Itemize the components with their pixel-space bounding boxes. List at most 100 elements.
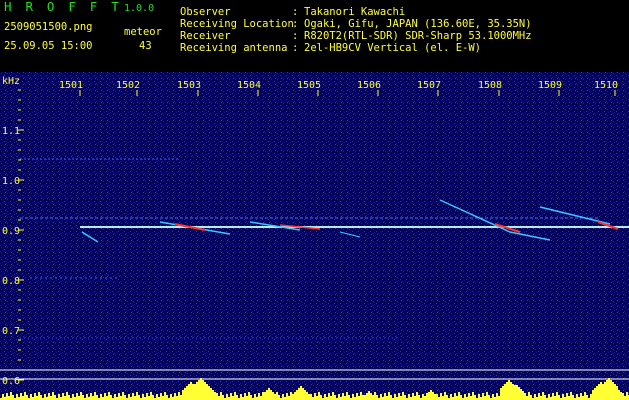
meta-label-observer: Observer [180,6,231,18]
histogram-bar [316,396,318,400]
histogram-bar [306,392,308,400]
histogram-bar [492,394,494,400]
histogram-bar [606,380,608,400]
histogram-bar [162,396,164,400]
histogram-bar [394,394,396,400]
histogram-bar [432,392,434,400]
histogram-bar [44,394,46,400]
histogram-bar [582,396,584,400]
histogram-bar [110,395,112,400]
histogram-bar [40,395,42,400]
histogram-bar [498,396,500,400]
histogram-bar [440,393,442,400]
histogram-bar [520,389,522,400]
histogram-bar [408,394,410,400]
x-tick-label: 1504 [237,80,261,91]
histogram-bar [540,396,542,400]
histogram-bar [572,395,574,400]
histogram-bar [330,396,332,400]
histogram-bar [426,393,428,400]
histogram-bar [62,393,64,400]
histogram-bar [508,380,510,400]
histogram-bar [82,395,84,400]
histogram-bar [444,392,446,400]
histogram-bar [374,392,376,400]
y-tick-label: 1.1 [2,126,20,137]
histogram-bar [260,396,262,400]
histogram-bar [208,386,210,400]
histogram-bar [178,392,180,400]
histogram-bar [528,392,530,400]
histogram-bar [220,392,222,400]
histogram-bar [334,395,336,400]
histogram-bar [58,394,60,400]
histogram-bar [454,393,456,400]
meta-colon: : [292,42,299,54]
histogram-bar [94,392,96,400]
histogram-bar [38,392,40,400]
histogram-bar [86,394,88,400]
histogram-bar [10,392,12,400]
histogram-bar [134,396,136,400]
histogram-bar [136,392,138,400]
histogram-bar [484,396,486,400]
x-tick-label: 1506 [357,80,381,91]
histogram-bar [254,394,256,400]
histogram-bar [596,386,598,400]
histogram-bar [236,395,238,400]
histogram-bar [6,393,8,400]
meta-colon: : [292,18,299,30]
histogram-bar [188,384,190,400]
histogram-bar [150,392,152,400]
histogram-bar [310,394,312,400]
histogram-bar [456,396,458,400]
image-datetime: 25.09.05 15:00 [4,40,93,52]
meteor-label: meteor [124,26,162,38]
histogram-bar [190,382,192,400]
histogram-bar [380,394,382,400]
histogram-bar [338,394,340,400]
histogram-bar [268,388,270,400]
histogram-bar [304,390,306,400]
histogram-bar [428,392,430,400]
histogram-bar [308,394,310,400]
histogram-bar [276,392,278,400]
histogram-bar [468,393,470,400]
histogram-bar [248,392,250,400]
histogram-bar [558,395,560,400]
histogram-bar [386,396,388,400]
histogram-bar [76,393,78,400]
histogram-bar [244,393,246,400]
meta-label-location: Receiving Location [180,18,294,30]
histogram-bar [192,384,194,400]
histogram-bar [464,394,466,400]
histogram-bar [586,395,588,400]
histogram-bar [552,393,554,400]
x-tick-label: 1503 [177,80,201,91]
histogram-bar [324,394,326,400]
histogram-bar [356,393,358,400]
histogram-bar [622,393,624,400]
x-tick-label: 1505 [297,80,321,91]
histogram-bar [534,394,536,400]
histogram-bar [506,382,508,400]
histogram-bar [442,396,444,400]
meta-value-receiver: R820T2(RTL-SDR) SDR-Sharp 53.1000MHz [304,30,532,42]
histogram-bar [262,392,264,400]
histogram-bar [198,380,200,400]
histogram-bar [12,395,14,400]
histogram-bar [152,395,154,400]
histogram-bar [482,393,484,400]
histogram-bar [542,392,544,400]
histogram-bar [460,395,462,400]
histogram-bar [300,386,302,400]
histogram-bar [160,393,162,400]
histogram-bar [608,378,610,400]
histogram-bar [430,390,432,400]
histogram-bar [290,392,292,400]
histogram-bar [212,390,214,400]
histogram-bar [8,396,10,400]
histogram-bar [24,392,26,400]
histogram-bar [104,393,106,400]
histogram-bar [524,393,526,400]
